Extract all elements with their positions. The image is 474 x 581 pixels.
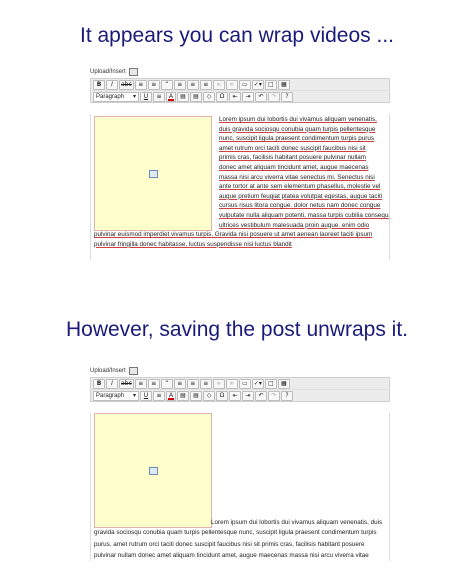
blockquote-icon[interactable]: “: [160, 79, 173, 90]
strikethrough-icon[interactable]: abc: [119, 79, 134, 90]
blockquote-icon[interactable]: “: [160, 378, 173, 389]
fullscreen-icon[interactable]: □: [264, 378, 277, 389]
text-line: cursus risus litora congue. dolor netus …: [219, 202, 381, 210]
editor-content[interactable]: Lorem ipsum dui lobortis dui vivamus ali…: [90, 413, 390, 561]
text-after-video: Lorem ipsum dui lobortis dui vivamus ali…: [211, 519, 383, 526]
text-line: amet rutrum orci taciti donec suscipit f…: [219, 144, 366, 152]
align-center-icon[interactable]: ≡: [186, 79, 199, 90]
editor-unwrapped: Upload/Insert B I abc ≡ ≡ “ ≡ ≡ ≡ ∞ ∞ ▭ …: [90, 365, 390, 561]
justify-icon[interactable]: ≡: [153, 390, 165, 401]
indent-icon[interactable]: ⇥: [242, 91, 254, 102]
more-tag-icon[interactable]: ▭: [238, 79, 251, 90]
text-line: purus. amet rutrum orci taciti donec sus…: [94, 540, 365, 548]
video-icon: [148, 466, 158, 475]
text-line: duis gravida sociosqu conubia quam turpi…: [219, 125, 376, 133]
upload-insert-row: Upload/Insert: [90, 365, 390, 377]
bold-icon[interactable]: B: [93, 79, 105, 90]
more-tag-icon[interactable]: ▭: [238, 378, 251, 389]
special-char-icon[interactable]: Ω: [216, 91, 228, 102]
bold-icon[interactable]: B: [93, 378, 105, 389]
align-right-icon[interactable]: ≡: [199, 378, 212, 389]
toolbar-row-1: B I abc ≡ ≡ “ ≡ ≡ ≡ ∞ ∞ ▭ ✓▾ □ ▦: [90, 78, 390, 90]
italic-icon[interactable]: I: [106, 79, 118, 90]
align-right-icon[interactable]: ≡: [199, 79, 212, 90]
text-line: nunc, suscipit ligula praesent condiment…: [219, 135, 375, 143]
format-select[interactable]: Paragraph ▾: [93, 91, 139, 102]
fullscreen-icon[interactable]: □: [264, 79, 277, 90]
strikethrough-icon[interactable]: abc: [119, 378, 134, 389]
text-line: ante tortor at ante sem elementum phasel…: [219, 183, 381, 191]
text-line: pulvinar fringilla donec habitasse, luct…: [94, 240, 292, 248]
text-line: Lorem ipsum dui lobortis dui vivamus ali…: [219, 116, 377, 123]
numbered-list-icon[interactable]: ≡: [147, 79, 160, 90]
bullet-list-icon[interactable]: ≡: [134, 79, 147, 90]
text-line: massa nisi arcu viverra vitae senectus m…: [219, 173, 375, 181]
align-center-icon[interactable]: ≡: [186, 378, 199, 389]
add-media-icon[interactable]: [128, 367, 138, 375]
unlink-icon[interactable]: ∞: [225, 378, 238, 389]
align-left-icon[interactable]: ≡: [173, 79, 186, 90]
toolbar-row-2: Paragraph ▾ U ≡ A ▤ ▤ ◇ Ω ⇤ ⇥ ↶ ↷ ?: [90, 389, 390, 402]
text-line: gravida sociosqu conubia quam turpis pel…: [94, 529, 377, 536]
text-color-icon[interactable]: A: [166, 390, 176, 401]
editor-content[interactable]: Lorem ipsum dui lobortis dui vivamus ali…: [90, 114, 390, 260]
align-left-icon[interactable]: ≡: [173, 378, 186, 389]
video-icon: [148, 169, 158, 178]
unlink-icon[interactable]: ∞: [225, 79, 238, 90]
justify-icon[interactable]: ≡: [153, 91, 165, 102]
editor-wrapped: Upload/Insert B I abc ≡ ≡ “ ≡ ≡ ≡ ∞ ∞ ▭ …: [90, 66, 390, 260]
link-icon[interactable]: ∞: [212, 378, 225, 389]
paste-text-icon[interactable]: ▤: [177, 390, 189, 401]
paste-text-icon[interactable]: ▤: [177, 91, 189, 102]
text-line: pulvinar euismod imperdiet vivamus turpi…: [94, 231, 373, 239]
upload-insert-label: Upload/Insert: [90, 69, 126, 75]
bullet-list-icon[interactable]: ≡: [134, 378, 147, 389]
indent-icon[interactable]: ⇥: [242, 390, 254, 401]
text-line: donec amet aliquam tincidunt amet, augue…: [219, 164, 369, 171]
redo-icon[interactable]: ↷: [268, 91, 280, 102]
spellcheck-icon[interactable]: ✓▾: [251, 378, 264, 389]
text-line: pulvinar nullam donec amet aliquam tinci…: [94, 552, 369, 559]
undo-icon[interactable]: ↶: [255, 390, 267, 401]
clear-format-icon[interactable]: ◇: [203, 390, 215, 401]
text-line: augue pretium feugiat platea volutpat eg…: [219, 192, 383, 200]
add-media-icon[interactable]: [128, 68, 138, 76]
paste-word-icon[interactable]: ▤: [190, 91, 202, 102]
outdent-icon[interactable]: ⇤: [229, 91, 241, 102]
italic-icon[interactable]: I: [106, 378, 118, 389]
text-line: ultrices vestibulum malesuada proin augu…: [219, 221, 370, 229]
kitchen-sink-icon[interactable]: ▦: [277, 79, 290, 90]
spellcheck-icon[interactable]: ✓▾: [251, 79, 264, 90]
special-char-icon[interactable]: Ω: [216, 390, 228, 401]
paste-word-icon[interactable]: ▤: [190, 390, 202, 401]
help-icon[interactable]: ?: [281, 91, 293, 102]
undo-icon[interactable]: ↶: [255, 91, 267, 102]
clear-format-icon[interactable]: ◇: [203, 91, 215, 102]
toolbar-row-1: B I abc ≡ ≡ “ ≡ ≡ ≡ ∞ ∞ ▭ ✓▾ □ ▦: [90, 377, 390, 389]
redo-icon[interactable]: ↷: [268, 390, 280, 401]
heading-wrap-videos: It appears you can wrap videos ...: [79, 24, 394, 47]
upload-insert-row: Upload/Insert: [90, 66, 390, 78]
heading-unwraps: However, saving the post unwraps it.: [65, 318, 408, 341]
numbered-list-icon[interactable]: ≡: [147, 378, 160, 389]
text-color-icon[interactable]: A: [166, 91, 176, 102]
underline-icon[interactable]: U: [140, 390, 152, 401]
underline-icon[interactable]: U: [140, 91, 152, 102]
outdent-icon[interactable]: ⇤: [229, 390, 241, 401]
text-line: primis cras, facilisis habitant posuere …: [219, 154, 366, 162]
video-placeholder[interactable]: [94, 413, 212, 528]
kitchen-sink-icon[interactable]: ▦: [277, 378, 290, 389]
upload-insert-label: Upload/Insert: [90, 368, 126, 374]
help-icon[interactable]: ?: [281, 390, 293, 401]
link-icon[interactable]: ∞: [212, 79, 225, 90]
toolbar-row-2: Paragraph ▾ U ≡ A ▤ ▤ ◇ Ω ⇤ ⇥ ↶ ↷ ?: [90, 90, 390, 103]
text-line: vulputate nulla aliquam potenti, massa t…: [219, 212, 390, 219]
video-placeholder[interactable]: [94, 116, 212, 231]
format-select[interactable]: Paragraph ▾: [93, 390, 139, 401]
